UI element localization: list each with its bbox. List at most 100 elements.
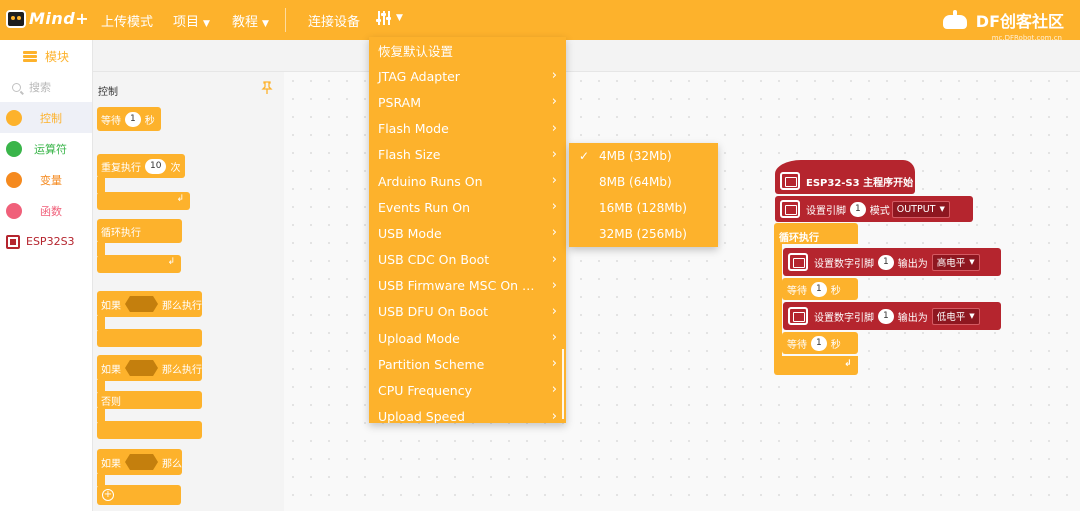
palette-repeat-block[interactable]: 重复执行 10 次 [97, 154, 186, 178]
number-input[interactable]: 1 [125, 111, 141, 127]
menu-item-label: JTAG Adapter [378, 68, 460, 84]
category-variables[interactable]: 变量 [0, 164, 92, 195]
category-dot-icon [6, 109, 22, 126]
number-input[interactable]: 10 [145, 158, 167, 174]
loop-arrow-icon: ↲ [176, 194, 184, 204]
pin-input[interactable]: 1 [850, 201, 866, 217]
menu-item-label: Arduino Runs On [378, 173, 483, 189]
nav-connect-device[interactable]: 连接设备 [308, 11, 360, 30]
category-dot-icon [6, 171, 22, 188]
chevron-right-icon: › [551, 382, 557, 398]
menu-item-label: PSRAM [378, 94, 421, 110]
submenu-item-label: 16MB (128Mb) [599, 201, 687, 215]
menu-item-label: CPU Frequency [378, 383, 472, 399]
settings-menu-trigger[interactable]: ▼ [376, 10, 403, 26]
palette-forever-block[interactable]: 循环执行 [97, 219, 182, 243]
menu-item-upload-speed[interactable]: Upload Speed › [369, 404, 566, 423]
menu-item-partition-scheme[interactable]: Partition Scheme › [369, 351, 566, 377]
block-text: 循环执行 [101, 227, 141, 239]
category-esp32s3[interactable]: ESP32S3 [0, 226, 92, 257]
chevron-right-icon: › [551, 94, 557, 110]
block-text: 输出为 [897, 312, 928, 324]
tab-blocks[interactable]: 模块 [0, 40, 93, 72]
menu-item-flash-size[interactable]: Flash Size › [369, 142, 566, 168]
level-dropdown[interactable]: 低电平 ▼ [931, 307, 980, 325]
caret-down-icon: ▼ [262, 19, 269, 29]
category-dot-icon [6, 202, 22, 219]
category-label: ESP32S3 [26, 235, 75, 248]
chip-icon [788, 253, 808, 271]
pin-input[interactable]: 1 [878, 308, 894, 324]
set-pin-mode-block[interactable]: 设置引脚 1 模式 OUTPUT ▼ [775, 196, 973, 222]
submenu-item-8mb[interactable]: 8MB (64Mb) [569, 169, 718, 195]
menu-item-psram[interactable]: PSRAM › [369, 89, 566, 115]
condition-slot[interactable] [125, 296, 158, 312]
menu-item-flash-mode[interactable]: Flash Mode › [369, 116, 566, 142]
block-text: 秒 [830, 339, 841, 351]
digital-write-low-block[interactable]: 设置数字引脚 1 输出为 低电平 ▼ [783, 302, 1001, 330]
category-operators[interactable]: 运算符 [0, 133, 92, 164]
hat-row: ESP32-S3 主程序开始 [775, 168, 913, 194]
block-text: 那么执行 [162, 364, 202, 376]
wait-block[interactable]: 等待 1 秒 [782, 332, 858, 354]
menu-item-usb-cdc-on-boot[interactable]: USB CDC On Boot › [369, 247, 566, 273]
menu-item-usb-dfu-on-boot[interactable]: USB DFU On Boot › [369, 299, 566, 325]
menu-item-arduino-runs-on[interactable]: Arduino Runs On › [369, 168, 566, 194]
category-label: 变量 [40, 173, 62, 187]
loop-label: 循环执行 [779, 233, 819, 244]
number-input[interactable]: 1 [811, 335, 827, 351]
nav-tutorial[interactable]: 教程 ▼ [232, 11, 269, 30]
menu-item-reset-defaults[interactable]: 恢复默认设置 [369, 37, 566, 63]
caret-down-icon: ▼ [969, 312, 975, 320]
add-branch-icon[interactable]: + [102, 489, 114, 501]
menu-item-label: Events Run On [378, 199, 470, 215]
caret-down-icon: ▼ [396, 13, 403, 23]
category-control[interactable]: 控制 [0, 102, 92, 133]
menu-item-cpu-frequency[interactable]: CPU Frequency › [369, 377, 566, 403]
category-functions[interactable]: 函数 [0, 195, 92, 226]
submenu-item-label: 4MB (32Mb) [599, 149, 672, 163]
app-logo[interactable]: Mind+ [6, 9, 89, 28]
menu-item-events-run-on[interactable]: Events Run On › [369, 194, 566, 220]
pin-icon[interactable] [261, 81, 273, 95]
menu-scrollbar[interactable] [562, 349, 564, 419]
category-label: 函数 [40, 204, 62, 218]
pin-input[interactable]: 1 [878, 254, 894, 270]
palette-if-then-block[interactable]: 如果 那么执行 [97, 291, 202, 317]
nav-upload-mode[interactable]: 上传模式 [101, 11, 153, 30]
number-input[interactable]: 1 [811, 281, 827, 297]
digital-write-high-block[interactable]: 设置数字引脚 1 输出为 高电平 ▼ [783, 248, 1001, 276]
wait-block[interactable]: 等待 1 秒 [782, 278, 858, 300]
menu-item-label: USB Mode [378, 225, 442, 241]
submenu-item-16mb[interactable]: 16MB (128Mb) [569, 195, 718, 221]
menu-item-jtag-adapter[interactable]: JTAG Adapter › [369, 63, 566, 89]
block-text: 那么 [162, 458, 182, 470]
menu-item-usb-mode[interactable]: USB Mode › [369, 220, 566, 246]
menu-item-usb-firmware-msc-on-boot[interactable]: USB Firmware MSC On … › [369, 273, 566, 299]
nav-project[interactable]: 项目 ▼ [173, 11, 210, 30]
level-dropdown[interactable]: 高电平 ▼ [931, 253, 980, 271]
block-text: 秒 [144, 115, 155, 127]
top-bar: Mind+ 上传模式 项目 ▼ 教程 ▼ 连接设备 DF创客社区 mc.DFRobo… [0, 0, 1080, 42]
chevron-right-icon: › [551, 172, 557, 188]
palette-if-else-block[interactable]: 如果 那么执行 [97, 355, 202, 381]
chip-icon [788, 307, 808, 325]
nav-divider [285, 8, 286, 32]
block-arm [97, 242, 105, 256]
menu-item-upload-mode[interactable]: Upload Mode › [369, 325, 566, 351]
submenu-item-4mb[interactable]: ✓ 4MB (32Mb) [569, 143, 718, 169]
condition-slot[interactable] [125, 360, 158, 376]
search-input[interactable]: 搜索 [0, 72, 92, 102]
hat-label: ESP32-S3 主程序开始 [806, 177, 914, 189]
palette-if-then-extendable-block[interactable]: 如果 那么 [97, 449, 182, 475]
block-text: 等待 [101, 115, 121, 127]
level-value: 高电平 [936, 258, 966, 269]
mode-dropdown[interactable]: OUTPUT ▼ [891, 200, 950, 218]
palette-wait-block[interactable]: 等待 1 秒 [97, 107, 161, 131]
block-text: 设置引脚 [806, 205, 846, 217]
submenu-item-32mb[interactable]: 32MB (256Mb) [569, 221, 718, 247]
condition-slot[interactable] [125, 454, 158, 470]
block-text: 输出为 [897, 258, 928, 270]
block-text: 模式 [869, 205, 890, 217]
chevron-right-icon: › [551, 120, 557, 136]
